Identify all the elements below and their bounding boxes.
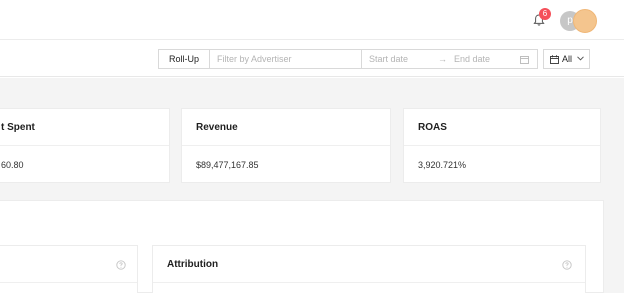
attribution-title: Attribution bbox=[167, 259, 219, 270]
attribution-card: Attribution bbox=[152, 245, 586, 293]
roas-card: ROAS 3,920.721% bbox=[403, 108, 601, 183]
top-bar: 6 p bbox=[0, 0, 624, 40]
card-divider bbox=[182, 145, 390, 146]
user-avatar[interactable] bbox=[573, 9, 597, 33]
card-divider bbox=[0, 145, 169, 146]
filter-bar: Roll-Up Filter by Advertiser Start date … bbox=[0, 40, 624, 77]
chevron-down-icon bbox=[577, 56, 584, 61]
card-title: Revenue bbox=[196, 122, 238, 133]
card-title: ROAS bbox=[418, 122, 447, 133]
card-divider bbox=[404, 145, 600, 146]
spent-card: t Spent 60.80 bbox=[0, 108, 170, 183]
left-chart-card bbox=[0, 245, 138, 293]
card-divider bbox=[0, 282, 137, 283]
card-value: 3,920.721% bbox=[418, 160, 467, 170]
calendar-icon bbox=[550, 55, 559, 64]
help-icon[interactable] bbox=[116, 260, 126, 270]
scope-select-value: All bbox=[562, 54, 573, 64]
card-divider bbox=[153, 282, 585, 283]
card-value: $89,477,167.85 bbox=[196, 160, 259, 170]
end-date-input[interactable]: End date bbox=[454, 50, 490, 68]
charts-panel: Attribution bbox=[0, 200, 604, 293]
notification-count-badge: 6 bbox=[539, 8, 551, 20]
revenue-card: Revenue $89,477,167.85 bbox=[181, 108, 391, 183]
scope-select[interactable]: All bbox=[543, 49, 590, 69]
advertiser-filter-input[interactable]: Filter by Advertiser bbox=[210, 49, 362, 69]
rollup-button[interactable]: Roll-Up bbox=[158, 49, 210, 69]
start-date-input[interactable]: Start date bbox=[369, 50, 408, 68]
help-icon[interactable] bbox=[562, 260, 572, 270]
card-value: 60.80 bbox=[1, 160, 24, 170]
calendar-icon bbox=[520, 56, 529, 64]
date-range-picker[interactable]: Start date → End date bbox=[362, 49, 538, 69]
date-range-arrow: → bbox=[438, 54, 447, 64]
card-title: t Spent bbox=[1, 122, 35, 133]
dashboard-content: t Spent 60.80 Revenue $89,477,167.85 ROA… bbox=[0, 78, 624, 293]
